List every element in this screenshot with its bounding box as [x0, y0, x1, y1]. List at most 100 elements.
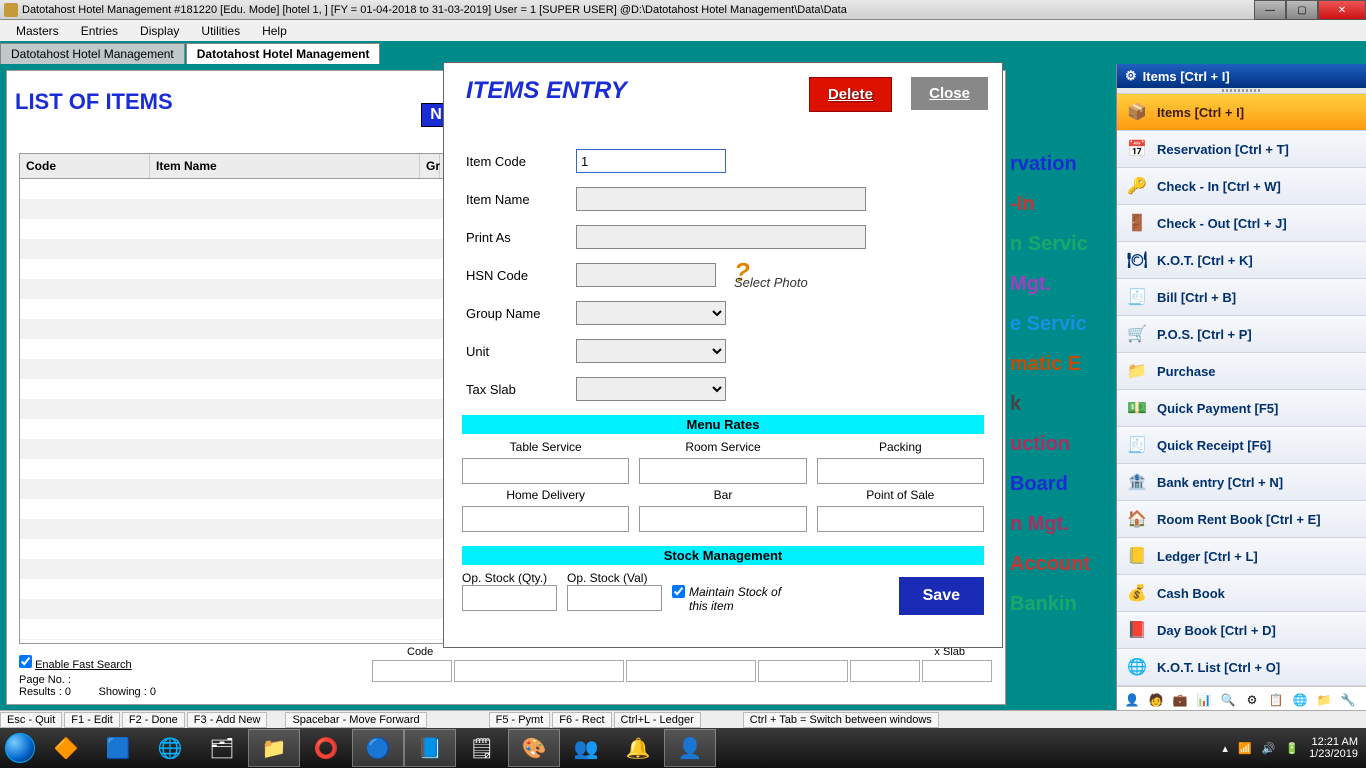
sidebar-item[interactable]: 📅Reservation [Ctrl + T] — [1117, 131, 1366, 168]
unit-select[interactable] — [576, 339, 726, 363]
showing-label: Showing : 0 — [98, 686, 155, 698]
col-group[interactable]: Gr — [420, 154, 440, 178]
taskbar-explorer-icon[interactable]: 📁 — [248, 729, 300, 767]
item-name-label: Item Name — [466, 192, 576, 207]
sidebar-item[interactable]: 🌐K.O.T. List [Ctrl + O] — [1117, 649, 1366, 686]
col-code[interactable]: Code — [20, 154, 150, 178]
print-as-input[interactable] — [576, 225, 866, 249]
system-tray[interactable]: ▴ 📶 🔊 🔋 12:21 AM 1/23/2019 — [1222, 736, 1366, 760]
sidebar-item[interactable]: 📒Ledger [Ctrl + L] — [1117, 538, 1366, 575]
taskbar-app-icon[interactable]: 🗂 — [196, 729, 248, 767]
sidebar-item[interactable]: 📦Items [Ctrl + I] — [1117, 94, 1366, 131]
col-item-name[interactable]: Item Name — [150, 154, 420, 178]
group-name-select[interactable] — [576, 301, 726, 325]
tray-time: 12:21 AM — [1309, 736, 1358, 748]
sidebar-item[interactable]: 📁Purchase — [1117, 353, 1366, 390]
sidebar-item[interactable]: 🧾Quick Receipt [F6] — [1117, 427, 1366, 464]
tray-volume-icon[interactable]: 🔊 — [1262, 742, 1276, 755]
footer-icon[interactable]: 📊 — [1195, 691, 1213, 709]
bg-word: Bankin — [1010, 584, 1110, 624]
bg-word: Mgt. — [1010, 264, 1110, 304]
sidebar-item-icon: 🛒 — [1127, 324, 1147, 344]
taskbar-ie-icon[interactable]: 🌐 — [144, 729, 196, 767]
window-close-button[interactable]: ✕ — [1318, 0, 1366, 20]
op-stock-val-input[interactable] — [567, 585, 662, 611]
hsn-input[interactable] — [576, 263, 716, 287]
item-code-input[interactable] — [576, 149, 726, 173]
window-title: Datotahost Hotel Management #181220 [Edu… — [22, 4, 847, 16]
maximize-button[interactable]: ▢ — [1286, 0, 1318, 20]
op-stock-qty-input[interactable] — [462, 585, 557, 611]
table-service-input[interactable] — [462, 458, 629, 484]
tray-battery-icon[interactable]: 🔋 — [1285, 742, 1299, 755]
item-name-input[interactable] — [576, 187, 866, 211]
sidebar-item[interactable]: 🍽K.O.T. [Ctrl + K] — [1117, 242, 1366, 279]
enable-fast-search-checkbox[interactable] — [19, 655, 32, 668]
hsn-label: HSN Code — [466, 268, 576, 283]
side-panel-drag-handle[interactable] — [1117, 88, 1366, 94]
menubar: Masters Entries Display Utilities Help — [0, 20, 1366, 42]
tray-clock[interactable]: 12:21 AM 1/23/2019 — [1309, 736, 1358, 760]
menu-display[interactable]: Display — [132, 22, 187, 40]
sidebar-item[interactable]: 🧾Bill [Ctrl + B] — [1117, 279, 1366, 316]
packing-input[interactable] — [817, 458, 984, 484]
footer-icon[interactable]: 👤 — [1123, 691, 1141, 709]
sidebar-item[interactable]: 📕Day Book [Ctrl + D] — [1117, 612, 1366, 649]
maintain-stock-checkbox[interactable] — [672, 585, 685, 598]
sidebar-item[interactable]: 💵Quick Payment [F5] — [1117, 390, 1366, 427]
taskbar-hotel-app-icon[interactable]: 👤 — [664, 729, 716, 767]
shortcut-bar: Esc - QuitF1 - EditF2 - DoneF3 - Add New… — [0, 710, 1366, 728]
footer-icon[interactable]: 📁 — [1315, 691, 1333, 709]
room-service-label: Room Service — [639, 440, 806, 454]
footer-icon[interactable]: 💼 — [1171, 691, 1189, 709]
sidebar-item[interactable]: 🚪Check - Out [Ctrl + J] — [1117, 205, 1366, 242]
sidebar-item-label: Bank entry [Ctrl + N] — [1157, 475, 1283, 490]
tray-wifi-icon[interactable]: 📶 — [1238, 742, 1252, 755]
room-service-input[interactable] — [639, 458, 806, 484]
tax-slab-select[interactable] — [576, 377, 726, 401]
shortcut-hint: F3 - Add New — [187, 712, 268, 728]
tab-1[interactable]: Datotahost Hotel Management — [0, 43, 185, 64]
menu-masters[interactable]: Masters — [8, 22, 67, 40]
shortcut-hint: F6 - Rect — [552, 712, 611, 728]
tab-2[interactable]: Datotahost Hotel Management — [186, 43, 381, 64]
footer-icon[interactable]: 🌐 — [1291, 691, 1309, 709]
save-button[interactable]: Save — [899, 577, 984, 615]
bg-word: Board — [1010, 464, 1110, 504]
pos-input[interactable] — [817, 506, 984, 532]
taskbar-vlc-icon[interactable]: 🔶 — [40, 729, 92, 767]
delete-button[interactable]: Delete — [809, 77, 892, 112]
sidebar-item[interactable]: 🔑Check - In [Ctrl + W] — [1117, 168, 1366, 205]
app-icon — [4, 3, 18, 17]
taskbar-users-icon[interactable]: 👥 — [560, 729, 612, 767]
taskbar-word-icon[interactable]: 📘 — [404, 729, 456, 767]
footer-icon[interactable]: 🔍 — [1219, 691, 1237, 709]
sidebar-item[interactable]: 🏦Bank entry [Ctrl + N] — [1117, 464, 1366, 501]
tray-up-icon[interactable]: ▴ — [1222, 742, 1228, 755]
home-delivery-input[interactable] — [462, 506, 629, 532]
taskbar-bell-icon[interactable]: 🔔 — [612, 729, 664, 767]
dialog-close-button[interactable]: Close — [911, 77, 988, 110]
menu-help[interactable]: Help — [254, 22, 295, 40]
sidebar-item[interactable]: 🛒P.O.S. [Ctrl + P] — [1117, 316, 1366, 353]
sidebar-item[interactable]: 💰Cash Book — [1117, 575, 1366, 612]
taskbar-opera-icon[interactable]: ⭕ — [300, 729, 352, 767]
sidebar-item[interactable]: 🏠Room Rent Book [Ctrl + E] — [1117, 501, 1366, 538]
taskbar-notes-icon[interactable]: 🗒 — [456, 729, 508, 767]
footer-icon[interactable]: ⚙ — [1243, 691, 1261, 709]
sidebar-item-label: Day Book [Ctrl + D] — [1157, 623, 1276, 638]
minimize-button[interactable]: — — [1254, 0, 1286, 20]
taskbar-paint-icon[interactable]: 🎨 — [508, 729, 560, 767]
menu-utilities[interactable]: Utilities — [193, 22, 248, 40]
taskbar-app-icon[interactable]: 🟦 — [92, 729, 144, 767]
menu-entries[interactable]: Entries — [73, 22, 126, 40]
footer-icon[interactable]: 🧑 — [1147, 691, 1165, 709]
start-button[interactable] — [0, 728, 40, 768]
taskbar-chrome-icon[interactable]: 🔵 — [352, 729, 404, 767]
select-photo-label[interactable]: Select Photo — [734, 275, 808, 290]
bar-input[interactable] — [639, 506, 806, 532]
footer-icon[interactable]: 📋 — [1267, 691, 1285, 709]
sidebar-item-icon: 📒 — [1127, 546, 1147, 566]
footer-icon[interactable]: 🔧 — [1339, 691, 1357, 709]
bg-word: k — [1010, 384, 1110, 424]
